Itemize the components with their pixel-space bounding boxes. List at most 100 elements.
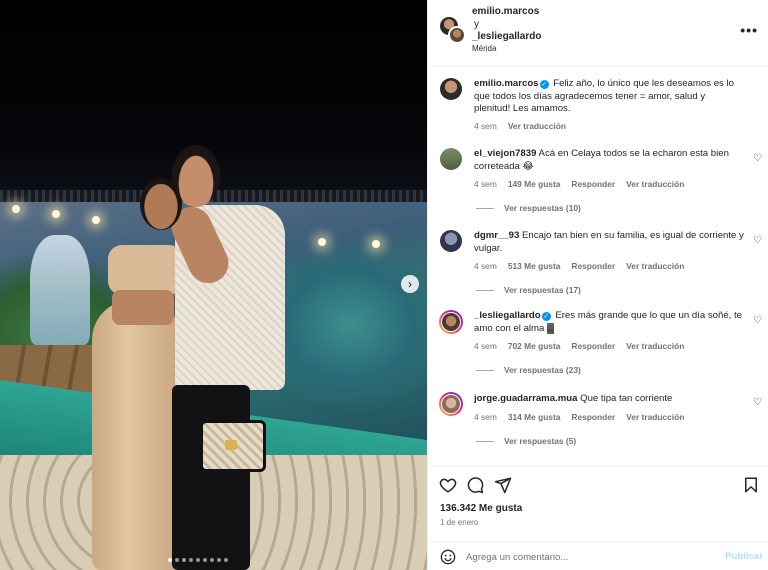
carousel-dot (217, 558, 221, 562)
translate-link[interactable]: Ver traducción (626, 261, 684, 271)
translate-link[interactable]: Ver traducción (626, 179, 684, 189)
view-replies-button[interactable]: Ver respuestas (10) (476, 203, 581, 213)
view-replies-label: Ver respuestas (23) (504, 365, 581, 375)
bookmark-icon[interactable] (742, 476, 760, 494)
carousel-next-button[interactable]: › (401, 275, 419, 293)
reply-link[interactable]: Responder (571, 179, 615, 189)
comment-text: dgmr__93 Encajo tan bien en su familia, … (474, 230, 744, 255)
man-head (172, 145, 220, 207)
comments-list[interactable]: emilio.marcos ✓ Feliz año, lo único que l… (428, 68, 768, 464)
view-replies-label: Ver respuestas (5) (504, 436, 577, 446)
publish-button[interactable]: Publicar (725, 551, 763, 562)
comment-text: _lesliegallardo ✓ Eres más grande que lo … (474, 310, 744, 335)
string-light (318, 238, 326, 246)
view-replies-label: Ver respuestas (10) (504, 203, 581, 213)
string-light (52, 210, 60, 218)
comment-meta: 4 sem 314 Me gusta Responder Ver traducc… (474, 412, 684, 422)
comment-text: jorge.guadarrama.mua Que tipa tan corrie… (474, 393, 744, 406)
comment-body: Que tipa tan corriente (580, 393, 673, 404)
reply-link[interactable]: Responder (571, 261, 615, 271)
string-light (12, 205, 20, 213)
handbag-clasp (225, 440, 237, 450)
heart-icon[interactable] (439, 476, 457, 494)
comment-composer: Publicar (428, 541, 768, 570)
reply-link[interactable]: Responder (571, 341, 615, 351)
avatar[interactable] (439, 392, 463, 416)
comment-likes[interactable]: 702 Me gusta (508, 341, 561, 351)
comment-username[interactable]: jorge.guadarrama.mua (474, 393, 577, 404)
comment-time: 4 sem (474, 341, 497, 351)
comment-username[interactable]: emilio.marcos (474, 78, 539, 89)
collaborator-username[interactable]: _lesliegallardo (472, 31, 541, 42)
author-username[interactable]: emilio.marcos (472, 6, 539, 17)
view-replies-label: Ver respuestas (17) (504, 285, 581, 295)
replies-divider (476, 440, 494, 442)
emoji-icon[interactable] (440, 549, 456, 565)
comment-meta: 4 sem 149 Me gusta Responder Ver traducc… (474, 179, 684, 189)
like-comment-heart-icon[interactable]: ♡ (753, 397, 762, 408)
post-photo[interactable]: › (0, 0, 427, 570)
comment-likes[interactable]: 314 Me gusta (508, 412, 561, 422)
avatar[interactable] (440, 230, 462, 252)
comment-username[interactable]: _lesliegallardo (474, 310, 541, 321)
like-comment-heart-icon[interactable]: ♡ (753, 315, 762, 326)
collab-conjunction: y (474, 19, 479, 30)
reply-link[interactable]: Responder (571, 412, 615, 422)
translate-link[interactable]: Ver traducción (508, 121, 566, 131)
mural-waterfall (30, 235, 90, 345)
comment-username[interactable]: el_viejon7839 (474, 148, 536, 159)
like-comment-heart-icon[interactable]: ♡ (753, 235, 762, 246)
translate-link[interactable]: Ver traducción (626, 341, 684, 351)
carousel-dot (182, 558, 186, 562)
post-header: emilio.marcos y _lesliegallardo Mérida •… (428, 0, 768, 67)
avatar[interactable] (439, 310, 463, 334)
comment-icon[interactable] (466, 476, 484, 494)
avatar[interactable] (448, 26, 466, 44)
send-icon[interactable] (494, 476, 512, 494)
string-light (92, 216, 100, 224)
carousel-dot (189, 558, 193, 562)
man-pants (172, 385, 250, 570)
view-replies-button[interactable]: Ver respuestas (17) (476, 285, 581, 295)
replies-divider (476, 207, 494, 209)
comment-time: 4 sem (474, 261, 497, 271)
comment-likes[interactable]: 513 Me gusta (508, 261, 561, 271)
verified-badge-icon: ✓ (539, 80, 549, 89)
carousel-dot (175, 558, 179, 562)
comment-time: 4 sem (474, 179, 497, 189)
woman-top (108, 245, 183, 295)
comment-text: el_viejon7839 Acá en Celaya todos se la … (474, 148, 744, 173)
comment-likes[interactable]: 149 Me gusta (508, 179, 561, 189)
carousel-dot (168, 558, 172, 562)
location-link[interactable]: Mérida (472, 44, 496, 53)
woman-dress (92, 300, 182, 570)
like-comment-heart-icon[interactable]: ♡ (753, 153, 762, 164)
string-light (372, 240, 380, 248)
translate-link[interactable]: Ver traducción (626, 412, 684, 422)
post-actions: 136.342 Me gusta 1 de enero Publicar (428, 466, 768, 570)
replies-divider (476, 289, 494, 291)
post-side-panel: emilio.marcos y _lesliegallardo Mérida •… (427, 0, 768, 570)
carousel-dot (224, 558, 228, 562)
comment-meta: 4 sem Ver traducción (474, 121, 566, 131)
carousel-dot (203, 558, 207, 562)
post-date[interactable]: 1 de enero (440, 518, 478, 527)
comment-time: 4 sem (474, 121, 497, 131)
comment-username[interactable]: dgmr__93 (474, 230, 519, 241)
comment-time: 4 sem (474, 412, 497, 422)
replies-divider (476, 369, 494, 371)
avatar[interactable] (440, 78, 462, 100)
carousel-dot (210, 558, 214, 562)
avatar[interactable] (440, 148, 462, 170)
comment-meta: 4 sem 702 Me gusta Responder Ver traducc… (474, 341, 684, 351)
comment-input[interactable] (466, 550, 706, 564)
woman-midriff (112, 290, 174, 325)
more-options-icon[interactable]: ••• (740, 22, 758, 38)
view-replies-button[interactable]: Ver respuestas (23) (476, 365, 581, 375)
caption-text: emilio.marcos ✓ Feliz año, lo único que l… (474, 78, 744, 116)
view-replies-button[interactable]: Ver respuestas (5) (476, 436, 576, 446)
chevron-right-icon: › (408, 277, 412, 291)
likes-count[interactable]: 136.342 Me gusta (440, 503, 522, 514)
carousel-dots (168, 558, 228, 562)
comment-meta: 4 sem 513 Me gusta Responder Ver traducc… (474, 261, 684, 271)
